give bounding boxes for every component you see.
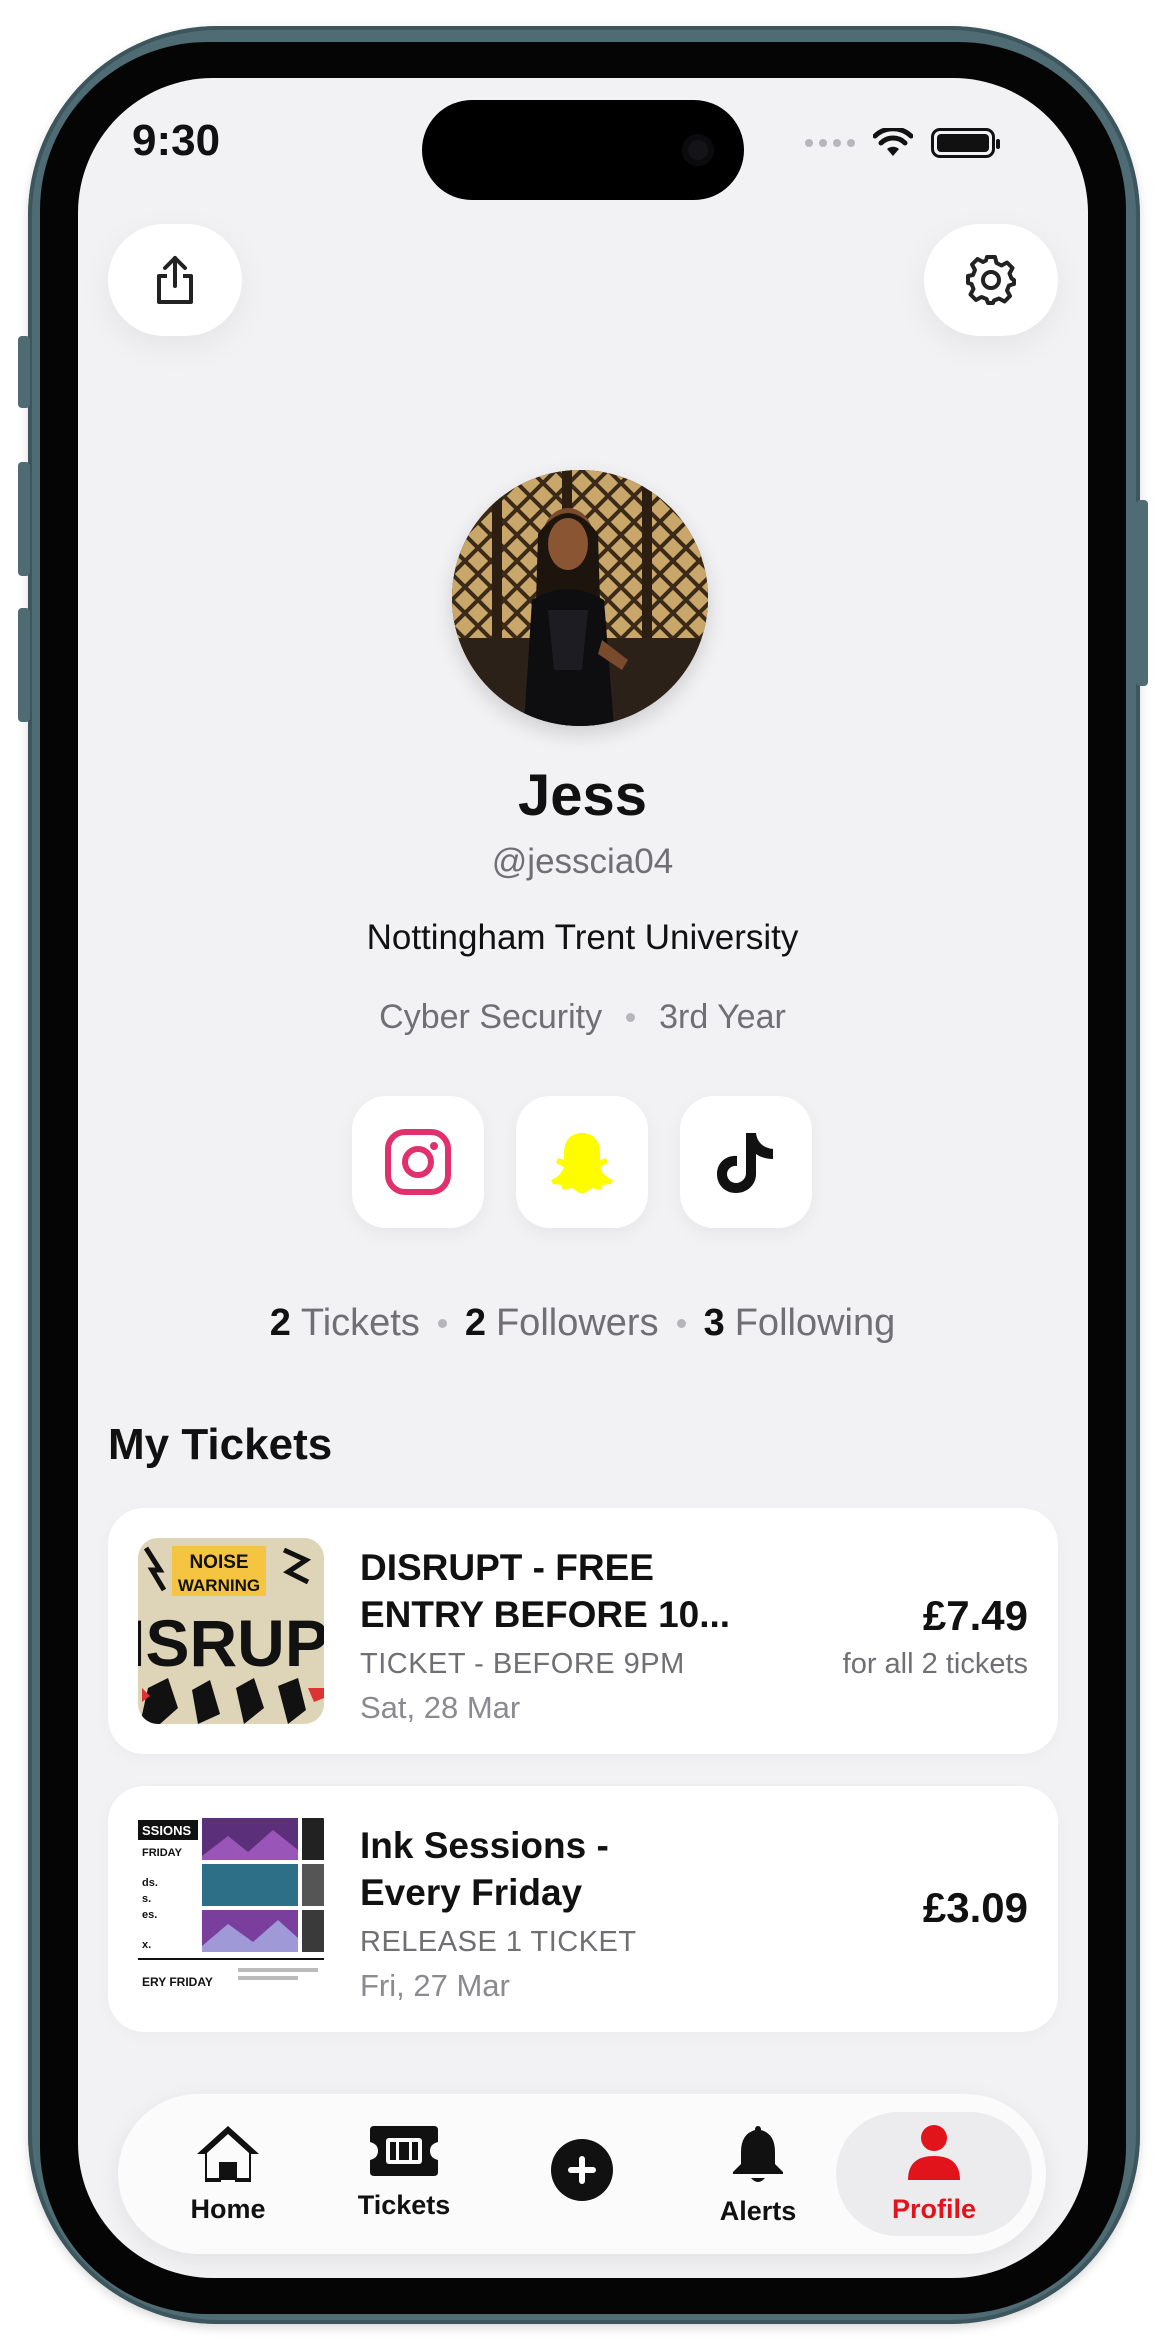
ticket-type: TICKET - BEFORE 9PM	[360, 1648, 685, 1680]
separator-dot	[626, 1013, 636, 1022]
svg-text:es.: es.	[142, 1909, 157, 1921]
person-icon	[908, 2125, 960, 2180]
ticket-price-note: for all 2 tickets	[842, 1648, 1028, 1680]
side-button-action	[18, 336, 30, 408]
ticket-poster: NOISE WARNING ISRUP	[138, 1538, 324, 1724]
ticket-date: Fri, 27 Mar	[360, 1968, 510, 2003]
stat-tickets[interactable]: 2 Tickets	[270, 1302, 420, 1345]
snapchat-button[interactable]	[516, 1096, 648, 1228]
ticket-title: DISRUPT - FREE ENTRY BEFORE 10...	[360, 1547, 731, 1635]
profile-university: Nottingham Trent University	[366, 918, 799, 957]
tiktok-button[interactable]	[680, 1096, 812, 1228]
ticket-price: £3.09	[922, 1884, 1028, 1931]
camera-icon	[682, 134, 714, 166]
settings-button[interactable]	[924, 224, 1058, 336]
status-icons	[805, 128, 1000, 158]
profile-course-row: Cyber Security 3rd Year	[0, 998, 1165, 1037]
tab-label: Home	[190, 2194, 266, 2224]
snapchat-icon	[551, 1133, 613, 1193]
profile-stats: 2 Tickets 2 Followers 3 Following	[0, 1302, 1165, 1345]
ticket-type: RELEASE 1 TICKET	[360, 1926, 637, 1958]
separator-dot	[437, 1319, 447, 1328]
poster-text-noise: NOISE	[189, 1552, 248, 1573]
profile-name: Jess	[517, 763, 648, 828]
ticket-card[interactable]: NOISE WARNING ISRUP DISRUPT - FREE ENTRY…	[108, 1508, 1058, 1754]
instagram-icon	[385, 1129, 451, 1195]
avatar-photo	[452, 470, 708, 726]
gear-icon	[966, 255, 1016, 305]
svg-text:ds.: ds.	[142, 1877, 158, 1889]
side-button-volume-down	[18, 608, 30, 722]
svg-text:s.: s.	[142, 1893, 151, 1905]
poster-text-friday: FRIDAY	[142, 1847, 183, 1859]
poster-text-main: ISRUP	[138, 1606, 324, 1680]
svg-text:x.: x.	[142, 1939, 151, 1951]
profile-handle: @jesscia04	[491, 842, 674, 881]
ticket-card[interactable]: SSIONS FRIDAY ds. s. es. x. ERY FRIDAY I…	[108, 1786, 1058, 2032]
dynamic-island	[422, 100, 744, 200]
bell-icon	[733, 2126, 783, 2182]
avatar[interactable]	[452, 470, 708, 726]
separator-dot	[676, 1319, 686, 1328]
tab-home[interactable]: Home	[148, 2112, 308, 2236]
wifi-icon	[873, 128, 913, 156]
stat-following[interactable]: 3 Following	[704, 1302, 896, 1345]
tiktok-icon	[717, 1133, 773, 1193]
share-icon	[157, 256, 193, 304]
home-icon	[197, 2126, 259, 2182]
tab-create[interactable]	[502, 2112, 662, 2236]
ticket-icon	[370, 2126, 438, 2176]
stat-followers[interactable]: 2 Followers	[465, 1302, 659, 1345]
cellular-signal-icon	[805, 139, 855, 147]
battery-icon	[931, 128, 1000, 158]
section-title-my-tickets: My Tickets	[108, 1420, 333, 1469]
status-time: 9:30	[132, 116, 221, 165]
tab-profile[interactable]: Profile	[836, 2112, 1032, 2236]
ticket-title: Ink Sessions - Every Friday	[360, 1825, 609, 1913]
plus-icon	[551, 2139, 613, 2201]
poster-text-every-friday: ERY FRIDAY	[142, 1975, 213, 1989]
tab-alerts[interactable]: Alerts	[678, 2112, 838, 2236]
ticket-date: Sat, 28 Mar	[360, 1690, 521, 1725]
instagram-button[interactable]	[352, 1096, 484, 1228]
tab-bar: Home Tickets Alerts Profile	[118, 2094, 1046, 2254]
ticket-poster: SSIONS FRIDAY ds. s. es. x. ERY FRIDAY	[138, 1816, 324, 2002]
tab-label: Profile	[891, 2194, 977, 2224]
tab-label: Alerts	[719, 2196, 797, 2226]
poster-text-warning: WARNING	[178, 1576, 260, 1595]
side-button-volume-up	[18, 462, 30, 576]
share-button[interactable]	[108, 224, 242, 336]
side-button-power	[1136, 500, 1148, 686]
profile-year: 3rd Year	[659, 998, 786, 1036]
tab-label: Tickets	[357, 2190, 451, 2220]
poster-text-sessions: SSIONS	[142, 1823, 191, 1838]
ticket-price: £7.49	[922, 1592, 1028, 1639]
tab-tickets[interactable]: Tickets	[324, 2112, 484, 2236]
profile-course: Cyber Security	[379, 998, 603, 1036]
